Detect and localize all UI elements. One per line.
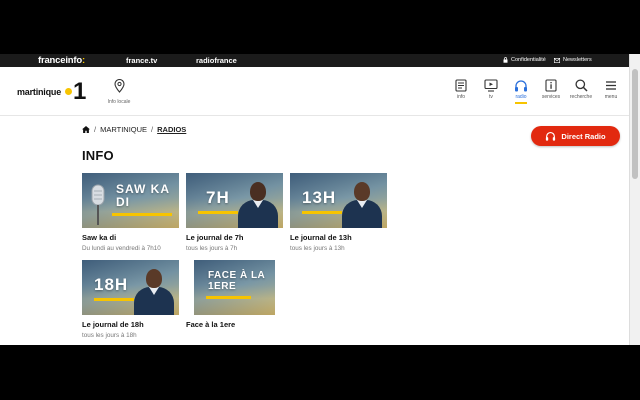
thumbnail-stripe <box>302 211 342 214</box>
logo-dot <box>65 87 73 95</box>
search-icon <box>574 79 588 92</box>
scrollbar[interactable] <box>629 54 640 345</box>
thumbnail-stripe <box>112 213 172 216</box>
active-indicator <box>515 102 527 104</box>
thumbnail-title: 18H <box>94 275 129 294</box>
thumbnail-title: FACE À LA 1ERE <box>208 270 265 292</box>
breadcrumb: / MARTINIQUE / RADIOS <box>82 125 186 134</box>
hamburger-icon <box>606 81 616 90</box>
program-thumbnail[interactable]: SAW KA DI <box>82 173 179 228</box>
breadcrumb-radios[interactable]: RADIOS <box>157 125 186 134</box>
nav-tv[interactable]: tv <box>478 79 504 100</box>
headphones-icon <box>546 131 556 141</box>
radiofrance-link[interactable]: radiofrance <box>196 56 237 65</box>
thumbnail-stripe <box>206 296 251 299</box>
network-bar: franceinfo: france.tv radiofrance Confid… <box>0 54 630 67</box>
program-thumbnail[interactable]: 18H <box>82 260 179 315</box>
program-title[interactable]: Face à la 1ere <box>186 320 283 329</box>
program-card-journal-7h[interactable]: 7H Le journal de 7h tous les jours à 7h <box>186 173 283 252</box>
thumbnail-title: 7H <box>206 188 230 207</box>
program-schedule: tous les jours à 13h <box>290 245 345 252</box>
presenter-photo <box>134 267 174 315</box>
presenter-photo <box>342 180 382 228</box>
lock-icon <box>503 57 508 63</box>
newsletters-link[interactable]: Newsletters <box>554 57 592 63</box>
franceinfo-link[interactable]: franceinfo: <box>38 55 85 66</box>
francetv-link[interactable]: france.tv <box>126 56 157 65</box>
program-card-face-a-la-1ere[interactable]: FACE À LA 1ERE Face à la 1ere <box>186 260 283 329</box>
program-schedule: tous les jours à 7h <box>186 245 238 252</box>
nav-menu[interactable]: menu <box>598 79 624 100</box>
mail-icon <box>554 57 560 63</box>
breadcrumb-martinique[interactable]: MARTINIQUE <box>100 125 147 134</box>
program-card-saw-ka-di[interactable]: SAW KA DI Saw ka di Du lundi au vendredi… <box>82 173 179 252</box>
direct-radio-button[interactable]: Direct Radio <box>531 126 620 146</box>
info-box-icon <box>545 79 557 92</box>
program-schedule: tous les jours à 18h <box>82 332 137 339</box>
program-schedule: Du lundi au vendredi à 7h10 <box>82 245 161 252</box>
program-card-journal-13h[interactable]: 13H Le journal de 13h tous les jours à 1… <box>290 173 387 252</box>
program-title[interactable]: Le journal de 7h <box>186 233 283 242</box>
program-title[interactable]: Le journal de 13h <box>290 233 387 242</box>
privacy-link[interactable]: Confidentialité <box>503 57 546 63</box>
program-thumbnail[interactable]: FACE À LA 1ERE <box>194 260 275 315</box>
program-thumbnail[interactable]: 13H <box>290 173 387 228</box>
section-title: INFO <box>82 148 114 163</box>
scrollbar-thumb[interactable] <box>632 69 638 179</box>
tv-icon <box>484 79 498 92</box>
location-pin-icon <box>113 78 125 93</box>
site-header: martinique 1 Info locale info tv radio s… <box>0 67 630 116</box>
thumbnail-title: SAW KA DI <box>116 182 170 209</box>
home-icon[interactable] <box>82 126 90 133</box>
nav-info[interactable]: info <box>448 79 474 100</box>
newspaper-icon <box>455 79 467 92</box>
thumbnail-title: 13H <box>302 188 337 207</box>
thumbnail-stripe <box>198 211 238 214</box>
program-card-journal-18h[interactable]: 18H Le journal de 18h tous les jours à 1… <box>82 260 179 339</box>
thumbnail-stripe <box>94 298 134 301</box>
nav-services[interactable]: services <box>538 79 564 100</box>
program-title[interactable]: Le journal de 18h <box>82 320 179 329</box>
browser-viewport: franceinfo: france.tv radiofrance Confid… <box>0 54 640 345</box>
nav-recherche[interactable]: recherche <box>568 79 594 100</box>
headphones-icon <box>515 80 527 92</box>
martinique-la-1ere-logo[interactable]: martinique 1 <box>17 77 86 107</box>
presenter-photo <box>238 180 278 228</box>
info-locale-button[interactable]: Info locale <box>104 78 134 105</box>
program-title[interactable]: Saw ka di <box>82 233 179 242</box>
program-thumbnail[interactable]: 7H <box>186 173 283 228</box>
microphone-icon <box>91 184 105 225</box>
nav-radio[interactable]: radio <box>508 79 534 104</box>
